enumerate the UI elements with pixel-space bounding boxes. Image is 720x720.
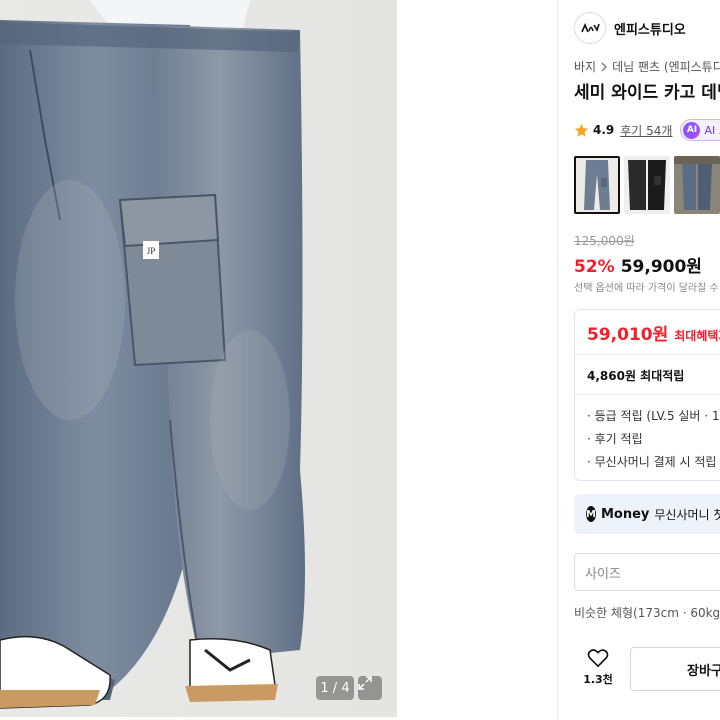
brand-logo-icon (574, 12, 606, 44)
breadcrumb-category[interactable]: 바지 (574, 58, 596, 75)
jeans-photo: JP (0, 0, 305, 709)
like-button[interactable]: 1.3천 (582, 648, 614, 687)
product-info-panel: 엔피스튜디오 바지 데님 팬츠 (엔피스튜디오) 세미 와이드 카고 데님 팬츠… (558, 0, 720, 720)
ai-summary-label: AI 요약 (704, 124, 720, 137)
star-icon (574, 123, 589, 137)
size-select[interactable]: 사이즈 (574, 553, 720, 591)
gallery-whitespace (397, 0, 557, 720)
max-price-label: 최대혜택가 (674, 329, 720, 343)
ai-summary-button[interactable]: AI AI 요약 (680, 119, 720, 141)
max-price-value: 59,010원 (587, 325, 669, 345)
benefit-divider (575, 394, 720, 395)
add-to-cart-button[interactable]: 장바구니 (630, 647, 720, 691)
thumbnail-2[interactable] (624, 156, 670, 214)
brand-patch: JP (147, 246, 156, 256)
heart-icon (587, 649, 609, 668)
money-brand: Money (600, 506, 650, 522)
rating-value: 4.9 (593, 123, 615, 137)
max-points: 4,860원 최대적립 (587, 369, 685, 383)
product-main-image[interactable]: JP 1 / 4 (0, 0, 397, 717)
breadcrumb-subcategory[interactable]: 데님 팬츠 (엔피스튜디오) (612, 58, 720, 75)
ai-icon: AI (683, 121, 701, 139)
max-benefit-price[interactable]: 59,010원 최대혜택가 (587, 320, 720, 345)
money-banner-text: 무신사머니 첫 결제 혜택 (654, 507, 720, 522)
image-pager: 1 / 4 (316, 676, 354, 700)
benefit-item-review: · 후기 적립 (587, 432, 643, 446)
brand-link[interactable]: 엔피스튜디오 (574, 12, 686, 44)
rating-row: 4.9 후기 54개 AI AI 요약 (574, 119, 720, 141)
price-row: 52% 59,900원 (574, 252, 702, 277)
sale-price: 59,900원 (620, 257, 702, 277)
benefit-box: 59,010원 최대혜택가 4,860원 최대적립 · 등급 적립 (LV.5 … (574, 309, 720, 481)
benefit-item-money: · 무신사머니 결제 시 적립 (587, 455, 717, 469)
product-title: 세미 와이드 카고 데님 팬츠 (574, 83, 720, 103)
musinsa-money-icon: M (586, 506, 596, 522)
expand-icon (358, 676, 372, 690)
thumbnail-1[interactable] (574, 156, 620, 214)
breadcrumb: 바지 데님 팬츠 (엔피스튜디오) (574, 58, 720, 75)
benefit-divider (575, 354, 720, 355)
similar-fit-text[interactable]: 비슷한 체형(173cm · 60kg) (574, 604, 720, 621)
chevron-right-icon (601, 62, 608, 71)
expand-button[interactable] (358, 676, 382, 700)
money-banner[interactable]: M Money 무신사머니 첫 결제 혜택 (574, 494, 720, 534)
brand-name: 엔피스튜디오 (614, 22, 686, 38)
price-note: 선택 옵션에 따라 가격이 달라질 수 있어요 (574, 283, 720, 294)
like-count: 1.3천 (583, 673, 613, 686)
thumbnail-strip (574, 156, 720, 214)
reviews-link[interactable]: 후기 54개 (620, 122, 672, 139)
discount-rate: 52% (574, 257, 615, 277)
benefit-item-grade: · 등급 적립 (LV.5 실버 · 1.5%) (587, 409, 720, 423)
original-price: 125,000원 (574, 234, 635, 248)
thumbnail-3[interactable] (674, 156, 720, 214)
